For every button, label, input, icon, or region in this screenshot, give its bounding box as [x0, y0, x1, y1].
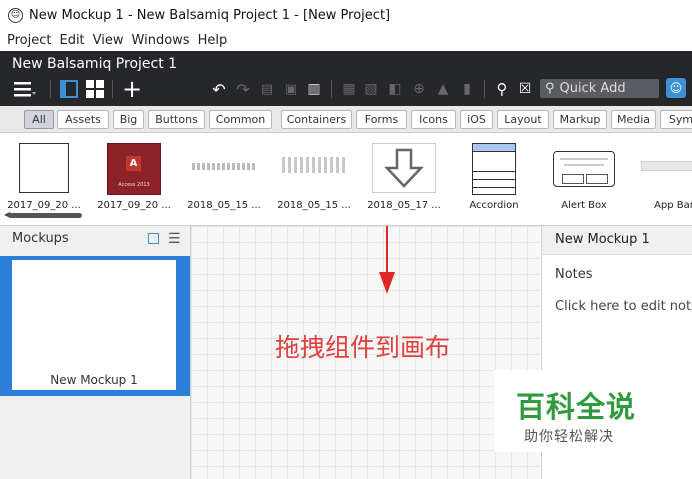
filter-media[interactable]: Media [611, 110, 656, 129]
filter-layout[interactable]: Layout [497, 110, 549, 129]
library-item-label: 2018_05_17 ... [367, 200, 441, 211]
duplicate-icon[interactable]: ▣ [282, 78, 300, 100]
quick-add-placeholder: Quick Add [559, 81, 626, 96]
lock-icon[interactable]: ▲ [434, 78, 452, 100]
library-scrollbar[interactable] [8, 213, 82, 218]
library-thumb [282, 157, 346, 173]
properties-panel-toggle-icon[interactable]: ☺ [666, 78, 686, 98]
menu-help[interactable]: Help [198, 33, 228, 48]
library-thumb: A Access 2013 [107, 143, 161, 195]
delete-icon[interactable]: ▮ [458, 78, 476, 100]
mockups-panel-title: Mockups [12, 231, 69, 246]
mockup-preview: New Mockup 1 [12, 260, 176, 390]
clear-search-icon[interactable]: ☒ [516, 78, 534, 100]
bring-forward-icon[interactable]: ◧ [386, 78, 404, 100]
ungroup-icon[interactable]: ▧ [362, 78, 380, 100]
mockup-label: New Mockup 1 [50, 373, 138, 387]
library-thumb [372, 143, 436, 193]
window-title: New Mockup 1 - New Balsamiq Project 1 - … [29, 7, 391, 23]
library-thumb [553, 151, 615, 187]
project-name[interactable]: New Balsamiq Project 1 [12, 56, 177, 72]
menu-edit[interactable]: Edit [59, 33, 84, 48]
add-mockup-icon[interactable]: + [120, 75, 144, 103]
list-view-icon[interactable]: ☰ [168, 231, 181, 247]
menu-windows[interactable]: Windows [132, 33, 190, 48]
library-thumb [192, 163, 256, 170]
watermark-subtitle: 助你轻松解决 [524, 429, 614, 445]
arrow-down-icon [384, 148, 424, 188]
hamburger-menu-icon[interactable] [12, 78, 38, 100]
search-icon[interactable]: ⚲ [492, 78, 512, 100]
library-item-label: 2018_05_15 ... [187, 200, 261, 211]
filter-markup[interactable]: Markup [553, 110, 607, 129]
mockup-thumbnail-selected[interactable]: New Mockup 1 [0, 256, 190, 396]
paste-icon[interactable]: ▥ [305, 78, 323, 100]
single-view-icon[interactable] [58, 78, 80, 100]
canvas-hint-text: 拖拽组件到画布 [275, 333, 451, 362]
menu-view[interactable]: View [93, 33, 124, 48]
library-filter-bar: All Assets Big Buttons Common Containers… [0, 106, 692, 133]
library-item-label: 2018_05_15 ... [277, 200, 351, 211]
library-item-label: Alert Box [561, 200, 607, 211]
filter-containers[interactable]: Containers [281, 110, 352, 129]
library-item[interactable]: 2018_05_15 ... [182, 141, 266, 219]
menu-project[interactable]: Project [7, 33, 51, 48]
filter-common[interactable]: Common [209, 110, 272, 129]
app-icon: ☺ [8, 7, 23, 23]
thumb-caption: Access 2013 [118, 182, 150, 188]
library-item-label: App Bar [654, 200, 692, 211]
notes-label: Notes [555, 267, 593, 282]
filter-ios[interactable]: iOS [460, 110, 493, 129]
thumbnail-view-icon[interactable] [148, 233, 159, 244]
library-item-label: 2017_09_20 ... [7, 200, 81, 211]
library-item[interactable]: Accordion [452, 141, 536, 219]
filter-assets[interactable]: Assets [57, 110, 109, 129]
redo-icon[interactable]: ↷ [232, 78, 254, 100]
mockups-panel: Mockups ☰ New Mockup 1 [0, 226, 191, 479]
copy-icon[interactable]: ▤ [258, 78, 276, 100]
quick-add-input[interactable]: ⚲ Quick Add [540, 79, 659, 98]
align-icon[interactable]: ⊕ [410, 78, 428, 100]
menu-bar: Project Edit View Windows Help [0, 30, 692, 51]
library-item-label: Accordion [469, 200, 519, 211]
library-item[interactable]: 2018_05_17 ... [362, 141, 446, 219]
library-thumb [19, 143, 69, 193]
component-library: 2017_09_20 ... A Access 2013 2017_09_20 … [0, 133, 692, 226]
properties-header: New Mockup 1 [542, 226, 692, 255]
filter-icons[interactable]: Icons [411, 110, 456, 129]
filter-symbols[interactable]: Sym [660, 110, 692, 129]
quick-add-search-icon: ⚲ [545, 81, 555, 96]
filter-all[interactable]: All [24, 110, 54, 129]
undo-icon[interactable]: ↶ [208, 78, 230, 100]
library-item[interactable]: 2018_05_15 ... [272, 141, 356, 219]
filter-big[interactable]: Big [113, 110, 144, 129]
filter-forms[interactable]: Forms [356, 110, 407, 129]
library-item[interactable]: Alert Box [542, 141, 626, 219]
grid-view-icon[interactable] [84, 78, 106, 100]
title-bar: ☺ New Mockup 1 - New Balsamiq Project 1 … [0, 0, 692, 30]
filter-buttons[interactable]: Buttons [148, 110, 205, 129]
group-icon[interactable]: ▦ [340, 78, 358, 100]
library-thumb [641, 161, 692, 171]
library-item-label: 2017_09_20 ... [97, 200, 171, 211]
watermark-title: 百科全说 [516, 390, 637, 424]
project-bar: New Balsamiq Project 1 + ↶ ↷ ▤ ▣ ▥ ▦ ▧ ◧… [0, 51, 692, 106]
annotation-arrow-head-icon [379, 272, 395, 294]
properties-title: New Mockup 1 [555, 232, 650, 247]
notes-edit-field[interactable]: Click here to edit notes [555, 299, 692, 314]
access-logo-icon: A [126, 156, 141, 171]
library-item[interactable]: 2017_09_20 ... [2, 141, 86, 219]
annotation-arrow [386, 226, 388, 274]
main-toolbar: + ↶ ↷ ▤ ▣ ▥ ▦ ▧ ◧ ⊕ ▲ ▮ ⚲ ☒ ⚲ Quick Add … [0, 75, 692, 103]
mockup-canvas[interactable]: 拖拽组件到画布 [191, 226, 540, 479]
library-item[interactable]: App Bar [632, 141, 692, 219]
library-item[interactable]: A Access 2013 2017_09_20 ... [92, 141, 176, 219]
library-thumb [472, 143, 516, 195]
watermark: 百科全说 助你轻松解决 [494, 370, 666, 452]
